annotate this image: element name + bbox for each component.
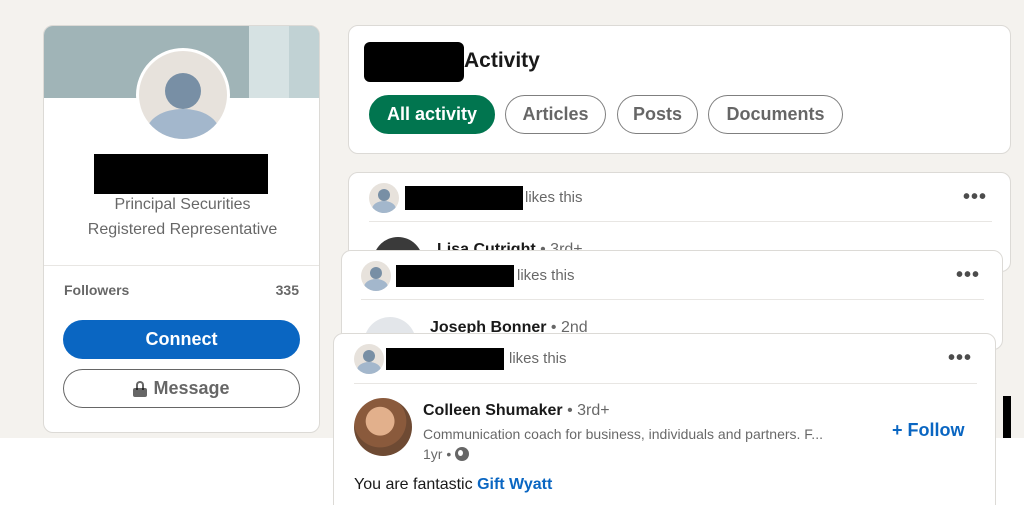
redacted-name [405,186,523,210]
lock-icon [133,380,148,397]
globe-icon [455,447,470,461]
divider [44,265,319,266]
likes-text: likes this [509,350,567,367]
redacted-name [364,42,464,82]
activity-card: Activity All activity Articles Posts Doc… [348,25,1011,154]
more-options-icon[interactable]: ••• [956,265,980,285]
profile-avatar[interactable] [136,48,230,142]
more-options-icon[interactable]: ••• [948,348,972,368]
tab-posts[interactable]: Posts [617,95,698,134]
divider [369,221,992,222]
author-description: Communication coach for business, indivi… [423,426,823,442]
author-name[interactable]: Colleen Shumaker • 3rd+ [423,402,610,420]
actor-avatar[interactable] [361,261,391,291]
followers-count: 335 [275,282,299,298]
mention-link[interactable]: Gift Wyatt [477,476,552,493]
redacted-name [94,154,268,194]
divider [361,299,984,300]
divider [354,383,977,384]
connect-button[interactable]: Connect [63,320,300,359]
profile-card: Principal Securities Registered Represen… [43,25,320,433]
feed-item: likes this ••• Colleen Shumaker • 3rd+ C… [333,333,996,505]
activity-title: Activity [464,49,540,72]
profile-headline: Principal Securities Registered Represen… [87,196,278,238]
message-label: Message [153,378,230,398]
likes-text: likes this [525,189,583,206]
tab-all-activity[interactable]: All activity [369,95,495,134]
followers-label: Followers [64,282,130,298]
redacted-name [396,265,514,287]
post-time: 1yr • [423,446,470,462]
likes-text: likes this [517,267,575,284]
message-button[interactable]: Message [63,369,300,408]
tab-articles[interactable]: Articles [505,95,606,134]
actor-avatar[interactable] [354,344,384,374]
tab-documents[interactable]: Documents [708,95,843,134]
actor-avatar[interactable] [369,183,399,213]
follow-button[interactable]: + Follow [892,420,965,441]
redacted-name [386,348,504,370]
edge-strip [1003,396,1011,438]
author-photo[interactable] [354,398,412,456]
comment-text: You are fantastic Gift Wyatt [354,476,553,493]
more-options-icon[interactable]: ••• [963,187,987,207]
